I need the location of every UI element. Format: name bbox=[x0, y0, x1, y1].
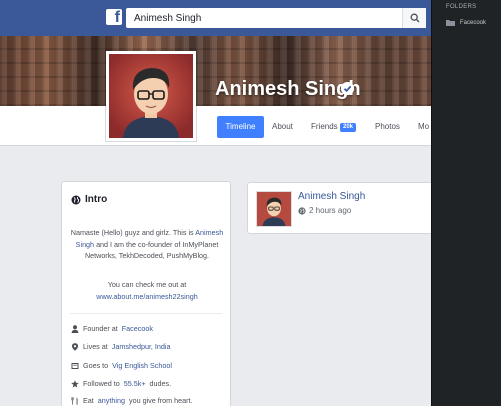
folders-title: FOLDERS bbox=[446, 4, 477, 10]
intro-row-link[interactable]: anything bbox=[98, 396, 125, 405]
intro-title: Intro bbox=[85, 194, 108, 205]
globe-icon bbox=[298, 206, 306, 215]
intro-row-text: Goes to bbox=[83, 361, 109, 370]
bio-text-start: Namaste (Hello) guyz and girlz. This is bbox=[70, 228, 194, 237]
search-icon bbox=[410, 13, 419, 23]
intro-row-tail: you give from heart. bbox=[128, 396, 193, 405]
post-author-avatar[interactable] bbox=[256, 191, 292, 227]
search-input[interactable] bbox=[126, 8, 402, 28]
folder-icon bbox=[446, 20, 455, 26]
fork-knife-icon bbox=[71, 396, 78, 405]
intro-row-text: Lives at bbox=[83, 342, 108, 351]
post-author-name[interactable]: Animesh Singh bbox=[298, 191, 365, 202]
star-icon bbox=[71, 379, 79, 388]
intro-row-text: Eat bbox=[83, 396, 94, 405]
profile-picture[interactable] bbox=[106, 51, 196, 141]
intro-bio: Namaste (Hello) guyz and girlz. This is … bbox=[68, 227, 226, 262]
avatar-illustration-icon bbox=[109, 54, 193, 138]
folder-item-facecook[interactable]: Facecook bbox=[446, 19, 486, 26]
intro-row-text: Followed to bbox=[83, 379, 120, 388]
intro-row-link[interactable]: Jamshedpur, India bbox=[112, 342, 171, 351]
intro-header: Intro bbox=[71, 194, 107, 205]
divider bbox=[70, 313, 222, 314]
top-navigation-bar: f bbox=[0, 0, 431, 36]
post-timestamp[interactable]: 2 hours ago bbox=[309, 206, 351, 215]
facebook-profile-page: f Timeline About Friends 20k Photos Mo bbox=[0, 0, 431, 406]
intro-row-location: Lives at Jamshedpur, India bbox=[71, 342, 171, 351]
tab-about[interactable]: About bbox=[272, 116, 293, 138]
intro-row-tail: dudes. bbox=[149, 379, 172, 388]
person-icon bbox=[71, 324, 79, 333]
tab-photos[interactable]: Photos bbox=[375, 116, 400, 138]
intro-row-link[interactable]: 55.5k+ bbox=[124, 379, 146, 388]
verified-badge-icon bbox=[341, 82, 354, 95]
folder-label: Facecook bbox=[460, 19, 487, 26]
profile-tab-bar: Timeline About Friends 20k Photos Mo bbox=[0, 106, 431, 146]
website-caption: You can check me out at bbox=[107, 280, 187, 289]
intro-row-followers: Followed to 55.5k+ dudes. bbox=[71, 379, 171, 388]
search-button[interactable] bbox=[402, 8, 426, 28]
intro-row-link[interactable]: Facecook bbox=[122, 324, 153, 333]
screen: f Timeline About Friends 20k Photos Mo bbox=[0, 0, 501, 406]
globe-icon bbox=[71, 195, 81, 204]
website-link[interactable]: www.about.me/animesh22singh bbox=[68, 291, 226, 303]
school-icon bbox=[71, 362, 79, 369]
intro-row-link[interactable]: Vig English School bbox=[112, 361, 172, 370]
search-bar bbox=[126, 8, 426, 28]
post-card: Animesh Singh 2 hours ago bbox=[247, 182, 431, 234]
intro-row-text: Founder at bbox=[83, 324, 118, 333]
friends-count-badge: 20k bbox=[340, 123, 357, 132]
location-pin-icon bbox=[72, 342, 78, 351]
folders-sidebar: FOLDERS Facecook bbox=[431, 0, 501, 406]
tab-timeline[interactable]: Timeline bbox=[217, 116, 264, 138]
intro-row-work: Founder at Facecook bbox=[71, 324, 153, 333]
intro-card: Intro Namaste (Hello) guyz and girlz. Th… bbox=[61, 181, 231, 406]
profile-name: Animesh Singh bbox=[215, 78, 361, 100]
intro-website: You can check me out at www.about.me/ani… bbox=[68, 279, 226, 303]
intro-row-food: Eat anything you give from heart. bbox=[71, 396, 193, 405]
tab-more[interactable]: Mo bbox=[418, 116, 429, 138]
facebook-logo-icon[interactable]: f bbox=[106, 9, 122, 26]
tab-friends[interactable]: Friends bbox=[311, 116, 338, 138]
avatar-illustration-icon bbox=[257, 192, 291, 226]
bio-text-end: and I am the co-founder of InMyPlanet Ne… bbox=[84, 239, 219, 261]
post-timestamp-row: 2 hours ago bbox=[298, 206, 351, 215]
intro-row-education: Goes to Vig English School bbox=[71, 361, 172, 370]
